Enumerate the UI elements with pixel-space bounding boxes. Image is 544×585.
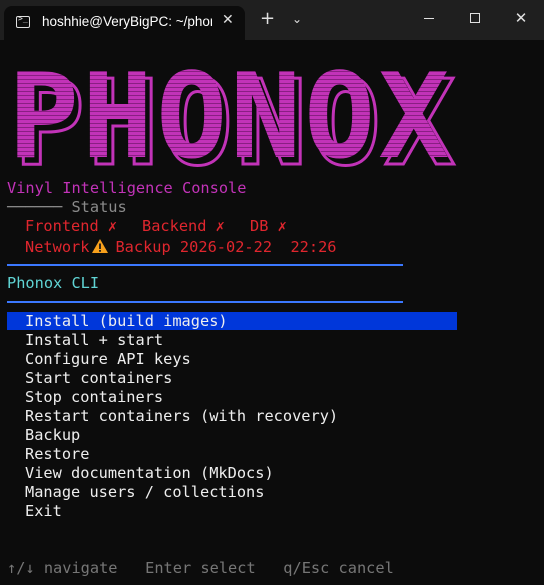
terminal-icon: >_ <box>16 14 30 28</box>
section-title: Phonox CLI <box>7 274 100 292</box>
terminal-area[interactable]: PHONOX PHONOX Vinyl Intelligence Console… <box>0 40 544 585</box>
status-header: ────── Status <box>7 198 127 216</box>
close-window-button[interactable]: ✕ <box>498 0 544 36</box>
status-backend: Backend ✗ <box>142 217 225 235</box>
menu-item-restart-containers[interactable]: Restart containers (with recovery) <box>25 407 338 426</box>
warning-icon <box>92 239 109 253</box>
new-tab-button[interactable]: + <box>260 10 275 28</box>
divider <box>7 264 403 266</box>
terminal-tab[interactable]: >_ hoshhie@VeryBigPC: ~/phonox ✕ <box>4 6 245 40</box>
status-frontend: Frontend ✗ <box>25 217 118 235</box>
menu-item-manage-users[interactable]: Manage users / collections <box>25 483 264 502</box>
backup-status: Backup 2026-02-22 22:26 <box>115 238 337 256</box>
menu-item-stop-containers[interactable]: Stop containers <box>25 388 163 407</box>
menu-item-start-containers[interactable]: Start containers <box>25 369 172 388</box>
menu-item-install[interactable]: Install (build images) <box>25 312 228 331</box>
title-bar: >_ hoshhie@VeryBigPC: ~/phonox ✕ + ⌄ ✕ <box>0 0 544 40</box>
app-subtitle: Vinyl Intelligence Console <box>7 179 247 197</box>
menu-item-backup[interactable]: Backup <box>25 426 80 445</box>
menu-item-view-documentation[interactable]: View documentation (MkDocs) <box>25 464 274 483</box>
phonox-logo: PHONOX PHONOX <box>8 60 457 188</box>
menu-item-configure-api-keys[interactable]: Configure API keys <box>25 350 191 369</box>
network-label: Network <box>25 238 90 256</box>
maximize-button[interactable] <box>452 0 498 36</box>
menu-item-exit[interactable]: Exit <box>25 502 62 521</box>
menu-item-restore[interactable]: Restore <box>25 445 89 464</box>
logo-text: PHONOX <box>8 60 452 185</box>
tab-title: hoshhie@VeryBigPC: ~/phonox <box>42 14 212 29</box>
status-db: DB ✗ <box>250 217 287 235</box>
status-network: Network Backup 2026-02-22 22:26 <box>25 236 337 257</box>
chevron-down-icon[interactable]: ⌄ <box>292 12 302 26</box>
menu-item-install-start[interactable]: Install + start <box>25 331 163 350</box>
divider <box>7 301 403 303</box>
keyboard-help: ↑/↓ navigate Enter select q/Esc cancel <box>7 559 394 577</box>
minimize-button[interactable] <box>406 0 452 36</box>
tab-close-icon[interactable]: ✕ <box>222 12 234 28</box>
